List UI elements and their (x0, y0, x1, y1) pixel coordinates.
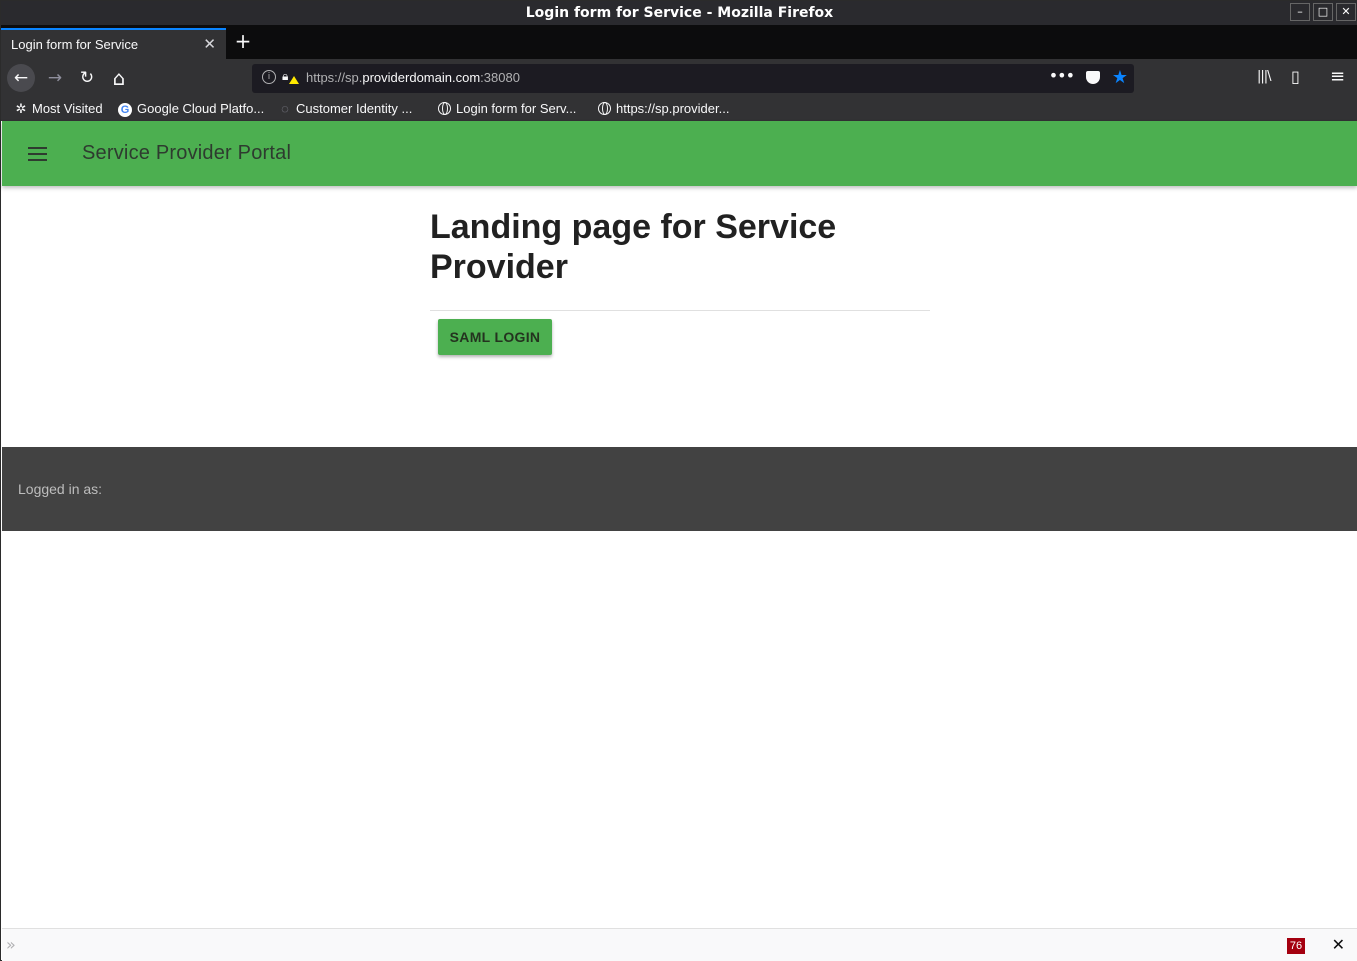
menu-icon[interactable]: ≡ (1330, 66, 1345, 87)
url-port: :38080 (480, 70, 520, 85)
gear-icon: ✲ (15, 101, 27, 116)
saml-login-button[interactable]: SAML LOGIN (438, 319, 552, 355)
bookmark-most-visited[interactable]: ✲ Most Visited (14, 101, 103, 117)
count-badge[interactable]: 76 (1287, 938, 1305, 954)
maximize-button[interactable]: □ (1313, 3, 1333, 21)
bookmark-label: https://sp.provider... (616, 101, 730, 116)
page-heading: Landing page for Service Provider (430, 208, 837, 286)
url-bar[interactable]: i 🔒︎ https://sp.providerdomain.com:38080… (252, 64, 1134, 93)
app-title: Service Provider Portal (82, 142, 292, 164)
bookmark-star-icon[interactable]: ★ (1112, 67, 1128, 88)
reload-button[interactable]: ↻ (73, 64, 101, 92)
close-window-button[interactable]: ✕ (1336, 3, 1356, 21)
minimize-button[interactable]: – (1290, 3, 1310, 21)
warning-icon (289, 76, 299, 84)
url-prefix: https://sp. (306, 70, 363, 85)
divider (430, 310, 930, 311)
forward-button[interactable]: → (41, 64, 69, 92)
library-icon[interactable]: |||\ (1257, 69, 1271, 84)
tab-strip: Login form for Service ✕ (1, 25, 1357, 59)
hamburger-menu-icon[interactable] (28, 147, 47, 161)
bookmark-label: Google Cloud Platfo... (137, 101, 265, 116)
url-text[interactable]: https://sp.providerdomain.com:38080 (306, 70, 520, 85)
google-icon: G (118, 103, 132, 117)
bookmark-label: Most Visited (32, 101, 103, 116)
lock-icon[interactable]: 🔒︎ (282, 69, 288, 84)
tab-label: Login form for Service (11, 37, 139, 52)
info-icon[interactable]: i (262, 70, 276, 84)
bookmark-label: Login form for Serv... (456, 101, 577, 116)
browser-window: Login form for Service - Mozilla Firefox… (0, 0, 1357, 961)
bookmark-customer-identity[interactable]: ◌ Customer Identity ... (278, 101, 412, 116)
logged-in-label: Logged in as: (18, 481, 103, 497)
loading-icon: ◌ (281, 101, 289, 116)
status-bar: » 76 ✕ (2, 928, 1357, 961)
page-actions-icon[interactable]: ••• (1049, 66, 1075, 85)
bookmark-google-cloud[interactable]: G Google Cloud Platfo... (118, 101, 264, 117)
close-tab-icon[interactable]: ✕ (203, 35, 216, 53)
title-bar: Login form for Service - Mozilla Firefox… (1, 1, 1357, 25)
bookmark-sp-provider[interactable]: https://sp.provider... (598, 101, 729, 116)
globe-icon (438, 102, 451, 115)
tab-login-form[interactable]: Login form for Service ✕ (1, 28, 226, 59)
nav-bar: ← → ↻ ⌂ i 🔒︎ https://sp.providerdomain.c… (1, 59, 1357, 97)
pocket-icon[interactable] (1086, 71, 1100, 84)
bookmarks-toolbar: ✲ Most Visited G Google Cloud Platfo... ◌ C… (1, 97, 1357, 121)
bookmark-label: Customer Identity ... (296, 101, 413, 116)
close-icon[interactable]: ✕ (1332, 935, 1345, 954)
new-tab-button[interactable]: + (233, 30, 253, 54)
main-content: Landing page for Service Provider SAML L… (430, 207, 930, 355)
sidebar-icon[interactable]: ▯ (1291, 67, 1300, 86)
bookmark-login-form[interactable]: Login form for Serv... (438, 101, 576, 116)
app-bar: Service Provider Portal (2, 121, 1357, 186)
expand-icon[interactable]: » (6, 935, 16, 954)
home-button[interactable]: ⌂ (105, 64, 133, 92)
globe-icon (598, 102, 611, 115)
page-content: Service Provider Portal Landing page for… (2, 121, 1357, 928)
url-domain: providerdomain.com (362, 70, 481, 85)
window-title: Login form for Service - Mozilla Firefox (525, 5, 834, 21)
back-button[interactable]: ← (7, 64, 35, 92)
footer: Logged in as: (2, 447, 1357, 531)
